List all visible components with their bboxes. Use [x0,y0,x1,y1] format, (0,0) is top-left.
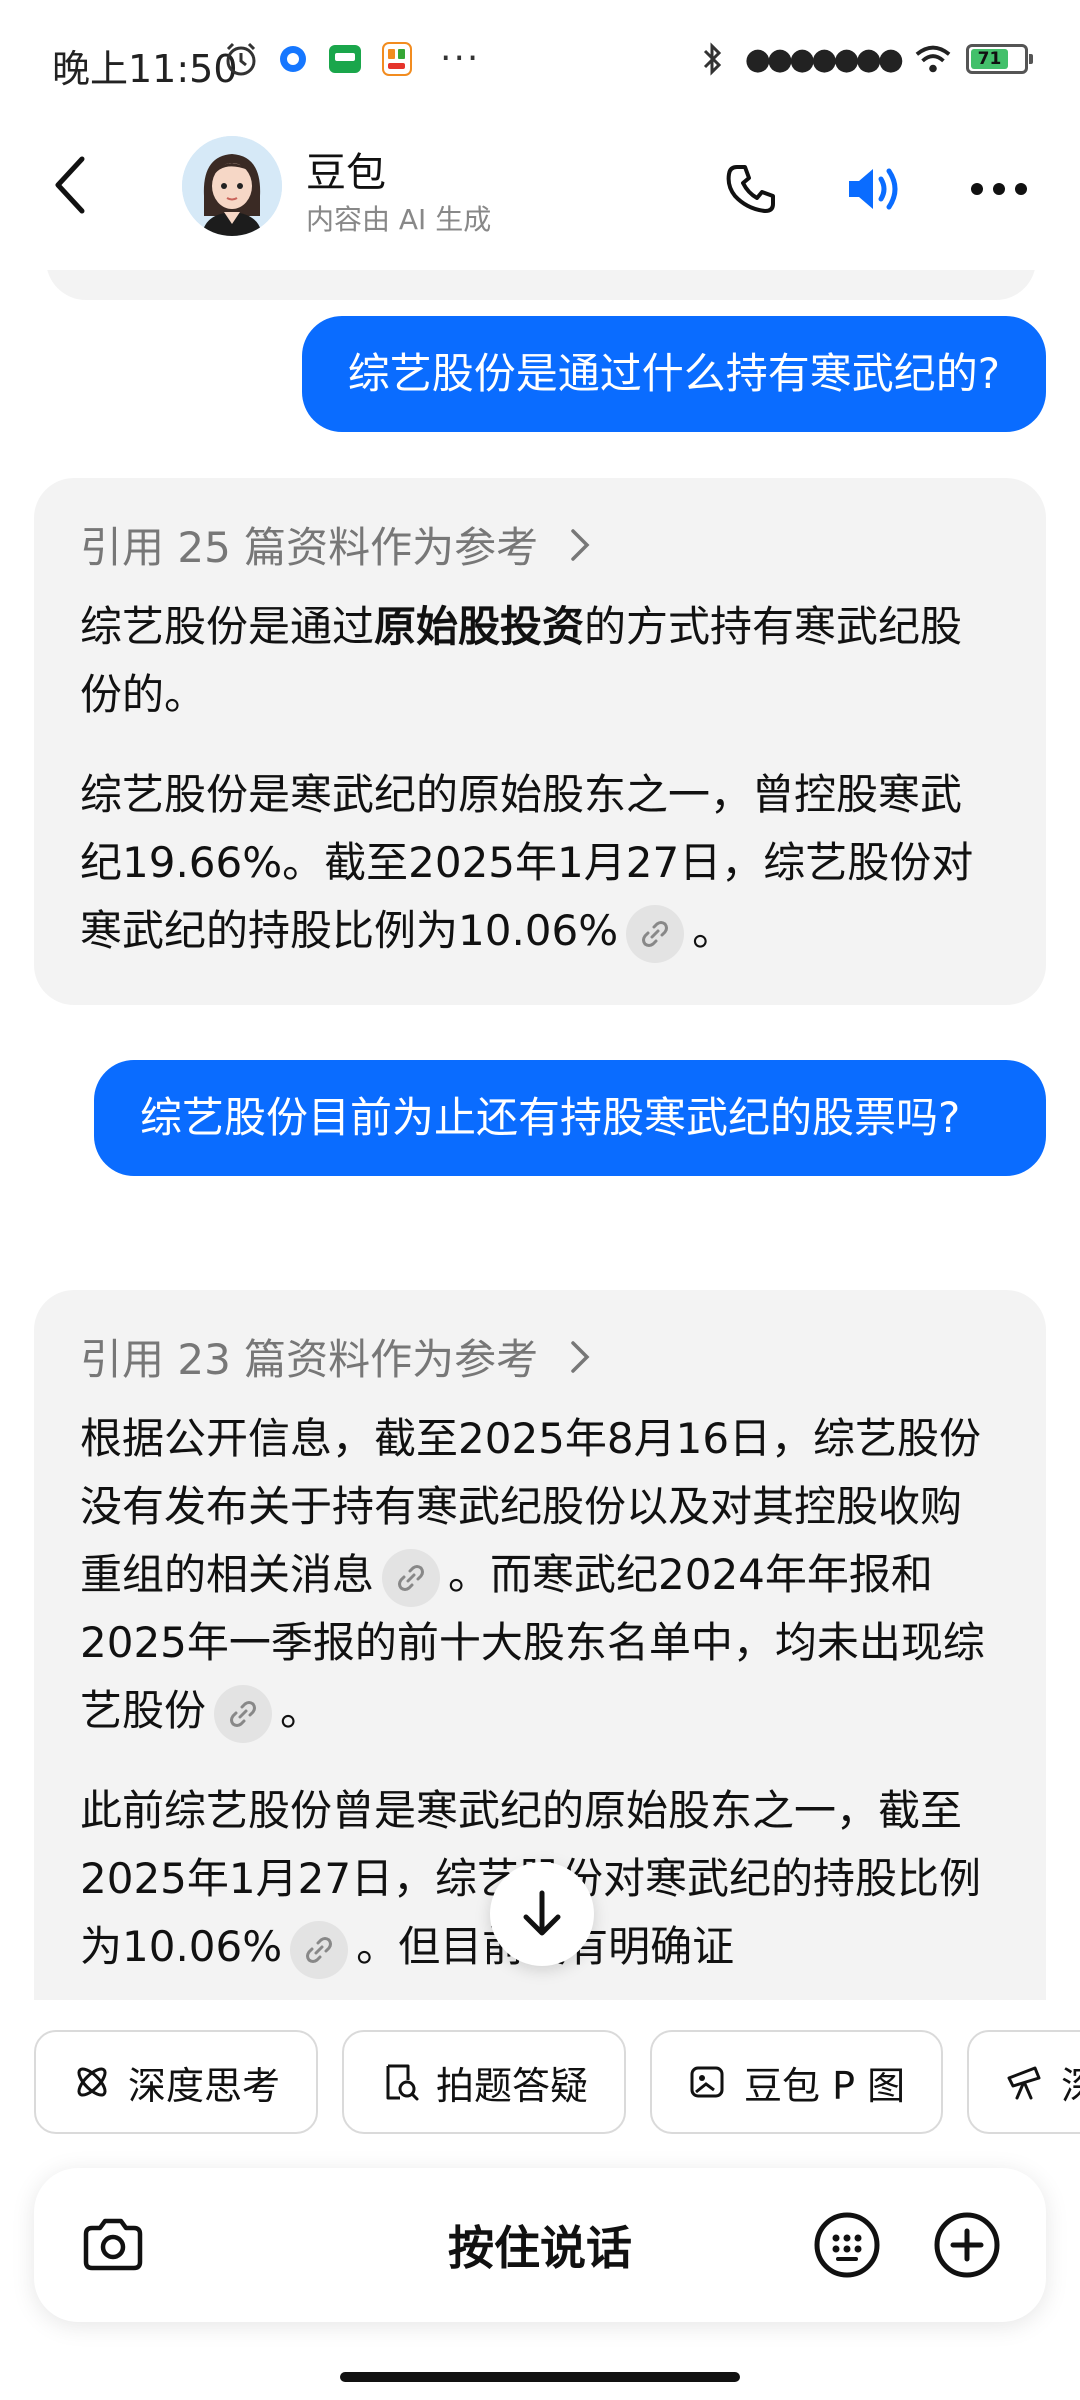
text-span: 。 [280,1686,323,1735]
alarm-icon [222,40,260,78]
chat-header: 豆包 内容由 AI 生成 [0,120,1080,270]
chevron-right-icon [571,1340,590,1373]
battery-level: 71 [977,49,1002,69]
avatar[interactable] [182,136,282,236]
atom-icon [77,2067,107,2097]
quick-actions: 深度思考 拍题答疑 豆包 P 图 深入研究 [34,2030,1080,2134]
telescope-icon [1007,2066,1041,2100]
deep-research-button[interactable]: 深入研究 [967,2030,1080,2134]
bot-message[interactable]: 引用 25 篇资料作为参考 综艺股份是通过原始股投资的方式持有寒武纪股份的。 综… [34,478,1046,1005]
camera-button[interactable] [74,2206,152,2284]
user-message-text: 综艺股份目前为止还有持股寒武纪的股票吗? [140,1093,961,1142]
app-o-icon [274,40,312,78]
status-time: 晚上11:50 [52,47,238,91]
answer-paragraph: 综艺股份是通过原始股投资的方式持有寒武纪股份的。 [80,593,1000,729]
text-span: 。 [692,906,735,955]
answer-paragraph: 根据公开信息，截至2025年8月16日，综艺股份没有发布关于持有寒武纪股份以及对… [80,1405,1000,1745]
notification-icons: ··· [222,40,480,78]
source-link-icon[interactable] [382,1548,441,1607]
system-icons: ●●●●●●● 71 [693,40,1033,78]
answer-paragraph: 综艺股份是寒武纪的原始股东之一，曾控股寒武纪19.66%。截至2025年1月27… [80,761,1000,965]
guazi-app-icon [326,40,364,78]
deep-think-button[interactable]: 深度思考 [34,2030,319,2134]
add-attachment-button[interactable] [928,2206,1006,2284]
arrow-down-icon [523,1890,561,1936]
source-link-icon[interactable] [214,1684,273,1743]
text-span: 综艺股份是通过 [80,602,375,651]
input-bar: 按住说话 [34,2168,1046,2322]
doc-search-icon [386,2064,419,2101]
references-link[interactable]: 引用 23 篇资料作为参考 [80,1326,1000,1387]
more-horizontal-icon [971,183,1027,195]
bold-text: 原始股投资 [374,602,585,651]
chip-label: 深入研究 [1061,2055,1080,2110]
chip-label: 豆包 P 图 [744,2063,906,2108]
text-span: 综艺股份是寒武纪的原始股东之一，曾控股寒武纪19.66%。截至2025年1月27… [80,770,974,955]
bot-name: 豆包 [306,150,386,196]
keyboard-button[interactable] [808,2206,886,2284]
chevron-right-icon [571,528,590,561]
status-bar: 晚上11:50 ··· ●●●●●●● 71 [0,0,1080,120]
ai-disclaimer: 内容由 AI 生成 [306,203,492,236]
hold-to-talk-button[interactable]: 按住说话 [34,2168,1046,2322]
references-label: 引用 23 篇资料作为参考 [80,1335,539,1384]
source-link-icon[interactable] [290,1920,349,1979]
image-edit-button[interactable]: 豆包 P 图 [650,2030,944,2134]
keyboard-icon [814,2212,880,2278]
previous-message-bubble [46,270,1036,300]
signal-icon: ●●●●●●● [744,41,904,77]
wifi-icon [914,40,952,78]
image-edit-icon [690,2066,724,2098]
back-button[interactable] [40,150,100,220]
source-link-icon[interactable] [626,904,685,963]
chat-scroll-area[interactable]: 综艺股份是通过什么持有寒武纪的? 引用 25 篇资料作为参考 综艺股份是通过原始… [0,270,1080,2000]
chip-label: 深度思考 [128,2063,281,2108]
chevron-left-icon [55,156,85,214]
references-link[interactable]: 引用 25 篇资料作为参考 [80,514,1000,575]
phone-icon [726,165,775,213]
user-message-text: 综艺股份是通过什么持有寒武纪的? [347,349,1000,398]
more-options-button[interactable] [966,156,1032,222]
camera-icon [83,2218,143,2271]
speaker-icon [849,168,898,210]
bluetooth-icon [693,40,731,78]
user-message[interactable]: 综艺股份是通过什么持有寒武纪的? [301,316,1046,432]
scroll-to-bottom-button[interactable] [490,1862,594,1966]
voice-playback-button[interactable] [842,156,908,222]
chip-label: 拍题答疑 [436,2063,589,2108]
home-indicator[interactable] [340,2372,740,2382]
more-notifications-icon: ··· [440,38,481,79]
battery-icon: 71 [966,44,1033,74]
plus-circle-icon [934,2212,1000,2278]
references-label: 引用 25 篇资料作为参考 [80,523,539,572]
user-message[interactable]: 综艺股份目前为止还有持股寒武纪的股票吗? [94,1060,1046,1176]
photo-question-button[interactable]: 拍题答疑 [342,2030,627,2134]
58-app-icon [378,40,416,78]
call-button[interactable] [718,156,784,222]
